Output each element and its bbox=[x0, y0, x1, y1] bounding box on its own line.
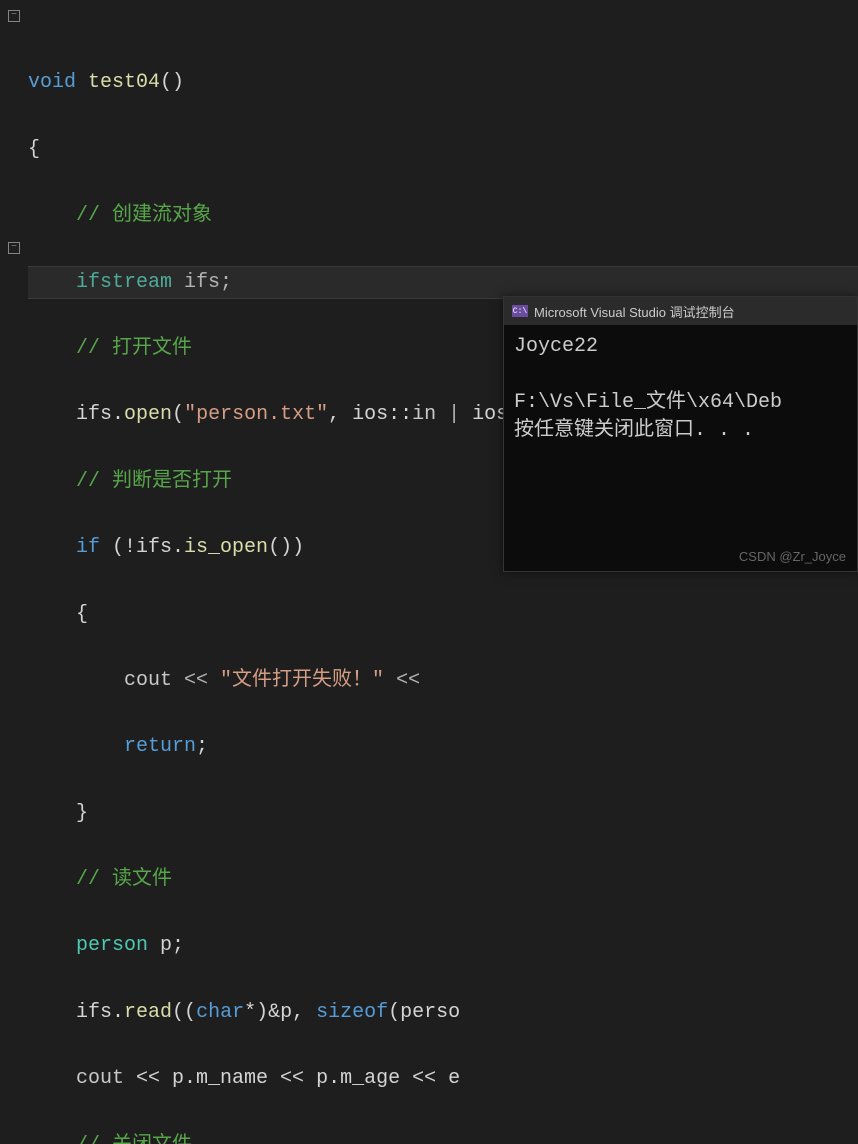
console-title-text: Microsoft Visual Studio 调试控制台 bbox=[534, 302, 735, 321]
punct: ()) bbox=[268, 536, 304, 559]
console-titlebar[interactable]: C:\ Microsoft Visual Studio 调试控制台 bbox=[504, 297, 857, 325]
type: person bbox=[76, 934, 148, 957]
method: is_open bbox=[184, 536, 268, 559]
args: *)&p, bbox=[244, 1001, 316, 1024]
op: | bbox=[436, 403, 472, 426]
ident: cout bbox=[76, 1067, 124, 1090]
punct: ; bbox=[196, 735, 208, 758]
keyword: void bbox=[28, 71, 76, 94]
fold-gutter: − − bbox=[0, 0, 28, 572]
comment: // 创建流对象 bbox=[76, 204, 212, 227]
keyword: if bbox=[76, 536, 100, 559]
fold-toggle-icon[interactable]: − bbox=[8, 10, 20, 22]
cond: (!ifs. bbox=[100, 536, 184, 559]
obj: ifs. bbox=[76, 1001, 124, 1024]
ident: cout bbox=[124, 669, 172, 692]
string: "文件打开失败！" bbox=[220, 669, 384, 692]
fold-toggle-icon[interactable]: − bbox=[8, 242, 20, 254]
brace: { bbox=[76, 603, 88, 626]
keyword: sizeof bbox=[316, 1001, 388, 1024]
expr: << p.m_name << p.m_age << e bbox=[124, 1067, 460, 1090]
enum: in bbox=[412, 403, 436, 426]
comment: // 判断是否打开 bbox=[76, 470, 232, 493]
string: "person.txt" bbox=[184, 403, 328, 426]
keyword: char bbox=[196, 1001, 244, 1024]
comment: // 读文件 bbox=[76, 868, 172, 891]
method: read bbox=[124, 1001, 172, 1024]
keyword: return bbox=[124, 735, 196, 758]
var: p; bbox=[148, 934, 184, 957]
console-icon: C:\ bbox=[512, 305, 528, 317]
type: ifstream bbox=[76, 271, 172, 294]
var: ifs; bbox=[172, 271, 232, 294]
comment: // 打开文件 bbox=[76, 337, 192, 360]
function-name: test04 bbox=[76, 71, 160, 94]
punct: (( bbox=[172, 1001, 196, 1024]
debug-console-window[interactable]: C:\ Microsoft Visual Studio 调试控制台 Joyce2… bbox=[503, 296, 858, 572]
comment: // 关闭文件 bbox=[76, 1134, 192, 1144]
method: open bbox=[124, 403, 172, 426]
op: << bbox=[384, 669, 432, 692]
brace: } bbox=[76, 802, 88, 825]
args: (perso bbox=[388, 1001, 460, 1024]
args: , ios:: bbox=[328, 403, 412, 426]
console-output: Joyce22 F:\Vs\File_文件\x64\Deb 按任意键关闭此窗口.… bbox=[504, 325, 857, 453]
punct: () bbox=[160, 71, 184, 94]
brace: { bbox=[28, 138, 40, 161]
obj: ifs. bbox=[76, 403, 124, 426]
watermark: CSDN @Zr_Joyce bbox=[739, 549, 846, 564]
op: << bbox=[172, 669, 220, 692]
